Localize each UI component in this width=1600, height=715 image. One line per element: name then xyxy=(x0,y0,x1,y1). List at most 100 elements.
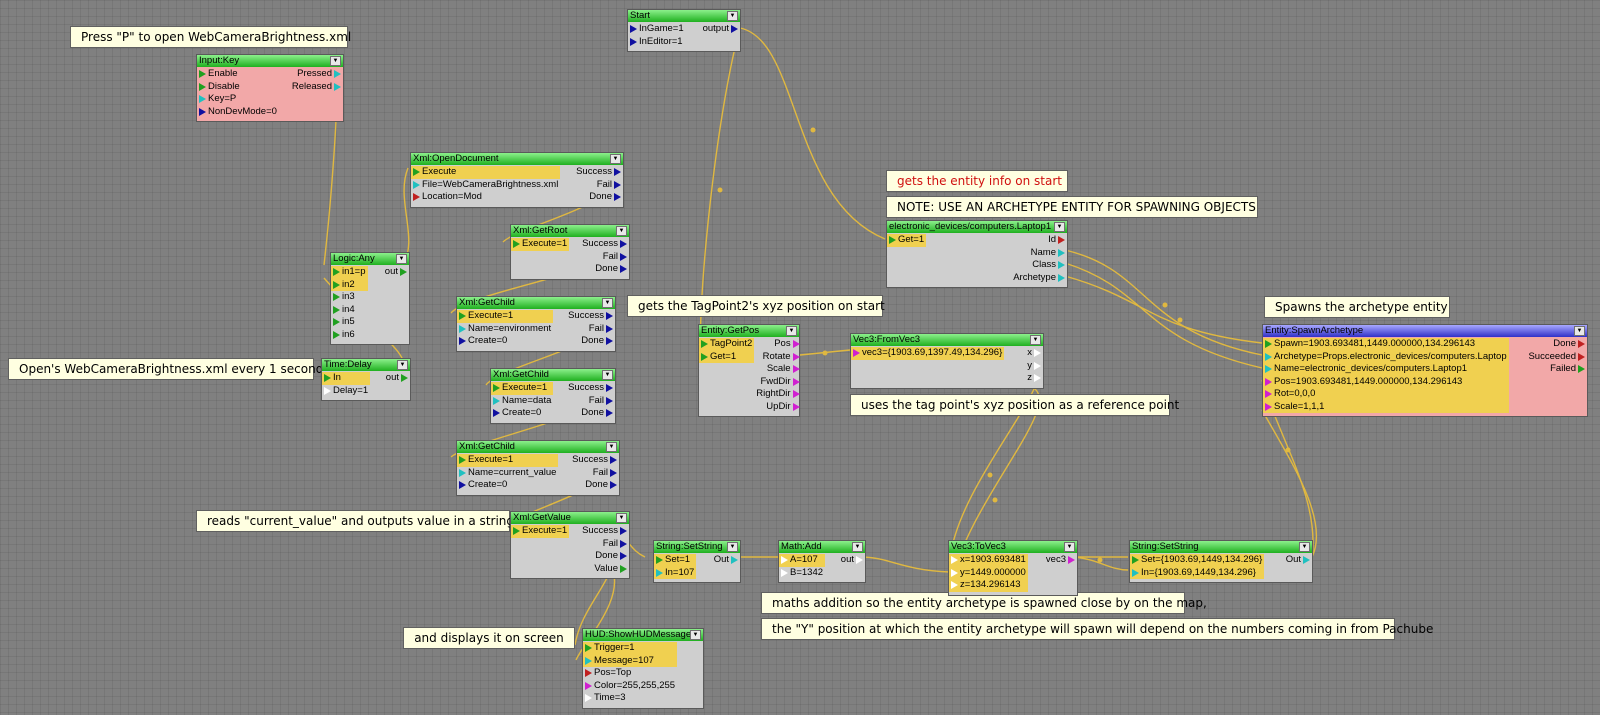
node-collapse-icon[interactable]: ▼ xyxy=(1299,542,1310,552)
port-arrow-icon[interactable] xyxy=(459,312,466,321)
input-port-in4[interactable]: in4 xyxy=(331,304,368,317)
input-port-set[interactable]: Set=1 xyxy=(654,554,697,567)
port-arrow-icon[interactable] xyxy=(614,180,621,189)
port-arrow-icon[interactable] xyxy=(199,82,206,91)
node-title[interactable]: Vec3:FromVec3 ▼ xyxy=(851,334,1043,346)
input-port-a[interactable]: A=107 xyxy=(779,554,826,567)
node-title[interactable]: Time:Delay ▼ xyxy=(322,359,410,371)
port-arrow-icon[interactable] xyxy=(1578,365,1585,374)
input-port-b[interactable]: B=1342 xyxy=(779,567,825,580)
port-arrow-icon[interactable] xyxy=(333,280,340,289)
input-port-execute[interactable]: Execute xyxy=(411,166,561,179)
output-port-y[interactable]: y xyxy=(1025,360,1043,373)
input-port-in[interactable]: In=107 xyxy=(654,566,697,579)
port-arrow-icon[interactable] xyxy=(585,681,592,690)
output-port-vec3[interactable]: vec3 xyxy=(1044,554,1077,567)
port-arrow-icon[interactable] xyxy=(493,409,500,418)
output-port-success[interactable]: Success xyxy=(566,382,615,395)
node-hud-show-message[interactable]: HUD:ShowHUDMessage ▼ Trigger=1 Message=107 P… xyxy=(582,628,704,709)
input-port-trigger[interactable]: Trigger=1 xyxy=(583,642,678,655)
output-port-id[interactable]: Id xyxy=(1046,234,1067,247)
port-arrow-icon[interactable] xyxy=(513,240,520,249)
port-arrow-icon[interactable] xyxy=(620,527,627,536)
port-arrow-icon[interactable] xyxy=(614,193,621,202)
input-port-create[interactable]: Create=0 xyxy=(457,479,558,492)
input-port-key[interactable]: Key=P xyxy=(197,93,279,106)
input-port-name[interactable]: Name=data xyxy=(491,395,553,408)
port-arrow-icon[interactable] xyxy=(620,564,627,573)
port-arrow-icon[interactable] xyxy=(701,340,708,349)
input-port-name[interactable]: Name=current_value xyxy=(457,467,558,480)
node-collapse-icon[interactable]: ▼ xyxy=(852,542,863,552)
port-arrow-icon[interactable] xyxy=(1265,390,1272,399)
output-port-done[interactable]: Done xyxy=(579,407,615,420)
node-entity-spawn-archetype[interactable]: Entity:SpawnArchetype ▼ Spawn=1903.693481,… xyxy=(1262,324,1588,417)
node-entity-laptop1[interactable]: electronic_devices/computers.Laptop1 ▼ Get… xyxy=(886,220,1068,288)
output-port-fail[interactable]: Fail xyxy=(587,395,615,408)
port-arrow-icon[interactable] xyxy=(334,82,341,91)
input-port-message[interactable]: Message=107 xyxy=(583,654,678,667)
input-port-nondevmode[interactable]: NonDevMode=0 xyxy=(197,106,279,119)
node-collapse-icon[interactable]: ▼ xyxy=(396,254,407,264)
input-port-name[interactable]: Name=electronic_devices/computers.Laptop… xyxy=(1263,363,1509,376)
output-port-z[interactable]: z xyxy=(1025,372,1043,385)
output-port-out[interactable]: out xyxy=(839,554,865,567)
port-arrow-icon[interactable] xyxy=(792,402,800,411)
input-port-z[interactable]: z=134.296143 xyxy=(949,579,1028,592)
port-arrow-icon[interactable] xyxy=(1303,556,1310,565)
input-port-pos[interactable]: Pos=Top xyxy=(583,667,677,680)
input-port-rot[interactable]: Rot=0,0,0 xyxy=(1263,388,1509,401)
input-port-file[interactable]: File=WebCameraBrightness.xml xyxy=(411,179,560,192)
port-arrow-icon[interactable] xyxy=(585,669,592,678)
input-port-ingame[interactable]: InGame=1 xyxy=(628,23,686,36)
port-arrow-icon[interactable] xyxy=(606,396,613,405)
input-port-name[interactable]: Name=environment xyxy=(457,323,553,336)
output-port-succeeded[interactable]: Succeeded xyxy=(1526,351,1587,364)
node-xml-open-document[interactable]: Xml:OpenDocument ▼ Execute File=WebCameraBr… xyxy=(410,152,624,208)
node-title[interactable]: String:SetString ▼ xyxy=(654,541,740,553)
port-arrow-icon[interactable] xyxy=(401,374,408,383)
port-arrow-icon[interactable] xyxy=(606,409,613,418)
port-arrow-icon[interactable] xyxy=(630,37,637,46)
port-arrow-icon[interactable] xyxy=(459,456,466,465)
node-title[interactable]: Vec3:ToVec3 ▼ xyxy=(949,541,1077,553)
port-arrow-icon[interactable] xyxy=(656,556,663,565)
port-arrow-icon[interactable] xyxy=(620,265,627,274)
port-arrow-icon[interactable] xyxy=(1068,556,1075,565)
output-port-success[interactable]: Success xyxy=(580,238,629,251)
port-arrow-icon[interactable] xyxy=(606,384,613,393)
output-port-success[interactable]: Success xyxy=(570,454,619,467)
input-port-create[interactable]: Create=0 xyxy=(457,335,553,348)
input-port-in5[interactable]: in5 xyxy=(331,316,368,329)
node-collapse-icon[interactable]: ▼ xyxy=(602,298,613,308)
node-vec3-from-vec3[interactable]: Vec3:FromVec3 ▼ vec3={1903.69,1397.49,134.… xyxy=(850,333,1044,389)
input-port-set[interactable]: Set={1903.69,1449,134.296} xyxy=(1130,554,1265,567)
port-arrow-icon[interactable] xyxy=(951,581,958,590)
port-arrow-icon[interactable] xyxy=(585,656,592,665)
output-port-pos[interactable]: Pos xyxy=(772,338,801,351)
port-arrow-icon[interactable] xyxy=(333,305,340,314)
input-port-get[interactable]: Get=1 xyxy=(887,234,927,247)
input-port-delay[interactable]: Delay=1 xyxy=(322,385,370,398)
port-arrow-icon[interactable] xyxy=(513,527,520,536)
output-port-pressed[interactable]: Pressed xyxy=(295,68,343,81)
node-collapse-icon[interactable]: ▼ xyxy=(727,11,738,21)
node-title[interactable]: Xml:OpenDocument ▼ xyxy=(411,153,623,165)
node-collapse-icon[interactable]: ▼ xyxy=(690,630,701,640)
port-arrow-icon[interactable] xyxy=(1132,556,1139,565)
port-arrow-icon[interactable] xyxy=(614,168,621,177)
port-arrow-icon[interactable] xyxy=(334,70,341,79)
input-port-in6[interactable]: in6 xyxy=(331,329,368,342)
output-port-done[interactable]: Done xyxy=(593,263,629,276)
node-string-set-string-2[interactable]: String:SetString ▼ Set={1903.69,1449,134.2… xyxy=(1129,540,1313,583)
node-title[interactable]: Xml:GetValue ▼ xyxy=(511,512,629,524)
node-xml-get-child-current-value[interactable]: Xml:GetChild ▼ Execute=1 Name=current_value… xyxy=(456,440,620,496)
input-port-in3[interactable]: in3 xyxy=(331,291,368,304)
node-collapse-icon[interactable]: ▼ xyxy=(606,442,617,452)
output-port-success[interactable]: Success xyxy=(566,310,615,323)
input-port-time[interactable]: Time=3 xyxy=(583,692,677,705)
port-arrow-icon[interactable] xyxy=(413,180,420,189)
node-title[interactable]: Xml:GetChild ▼ xyxy=(491,369,615,381)
output-port-out[interactable]: out xyxy=(384,372,410,385)
port-arrow-icon[interactable] xyxy=(1265,352,1272,361)
